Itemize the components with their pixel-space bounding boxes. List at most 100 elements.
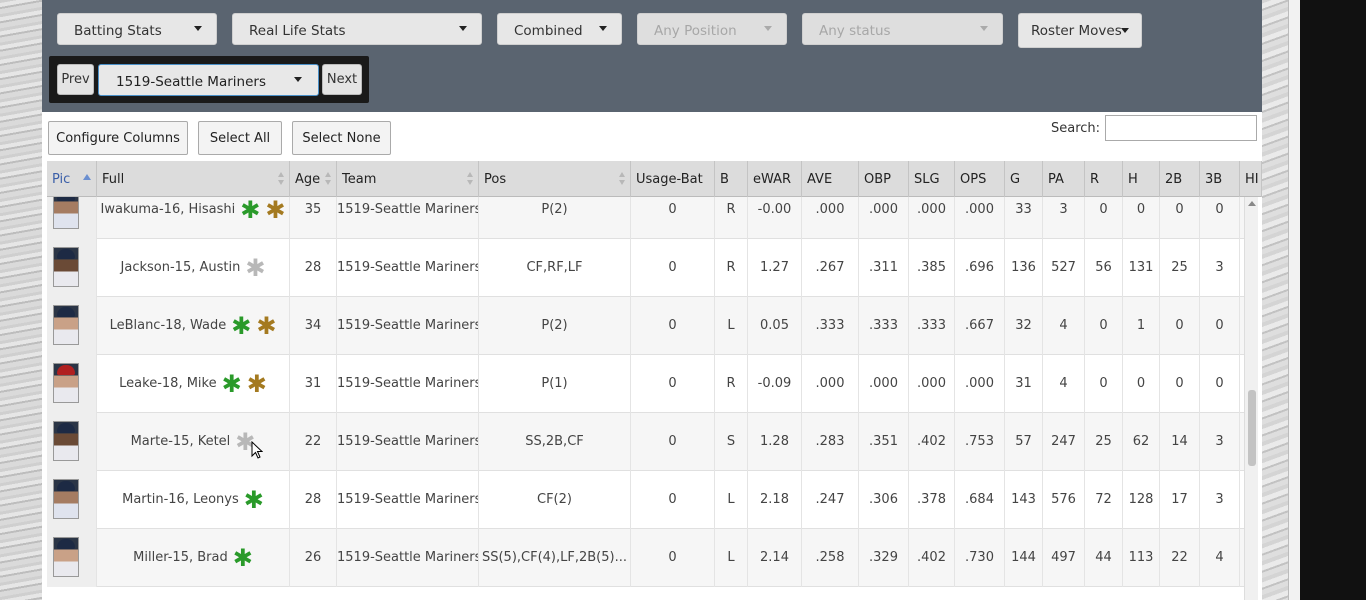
cap-icon: [57, 481, 75, 491]
cell-h: 131: [1123, 239, 1160, 297]
table-row[interactable]: Iwakuma-16, Hisashi ✱ ✱ 35 1519-Seattle Mari…: [47, 197, 1244, 239]
prev-team-button[interactable]: Prev: [57, 64, 94, 95]
cell-ewar: 0.05: [748, 297, 802, 355]
column-header-usage-bat[interactable]: Usage-Bat: [631, 161, 715, 197]
player-name[interactable]: Iwakuma-16, Hisashi: [101, 202, 236, 217]
player-photo-cell: [47, 239, 97, 297]
cell-slg: .000: [909, 355, 955, 413]
cell-obp: .333: [859, 297, 909, 355]
player-name-cell[interactable]: Martin-16, Leonys ✱: [97, 471, 290, 529]
cell-ewar: 2.14: [748, 529, 802, 587]
cell-usage: 0: [631, 297, 715, 355]
column-header-pic[interactable]: Pic: [47, 161, 97, 197]
grey-asterisk-icon: ✱: [245, 253, 266, 282]
search-label: Search:: [1051, 121, 1101, 136]
cell-pos: P(1): [479, 355, 631, 413]
cell-age: 35: [290, 197, 337, 239]
cell-g: 33: [1005, 197, 1043, 239]
player-name-cell[interactable]: Miller-15, Brad ✱: [97, 529, 290, 587]
cell-age: 28: [290, 471, 337, 529]
split-dropdown[interactable]: Combined: [497, 13, 622, 45]
cell-slg: .385: [909, 239, 955, 297]
filter-bar: Batting Stats Real Life Stats Combined A…: [42, 0, 1262, 112]
table-row[interactable]: Leake-18, Mike ✱ ✱ 31 1519-Seattle Mariners P…: [47, 355, 1244, 413]
player-name-cell[interactable]: Iwakuma-16, Hisashi ✱ ✱: [97, 197, 290, 239]
select-none-button[interactable]: Select None: [292, 121, 391, 155]
select-all-button[interactable]: Select All: [198, 121, 282, 155]
player-name[interactable]: Leake-18, Mike: [119, 376, 216, 391]
player-name[interactable]: LeBlanc-18, Wade: [110, 318, 227, 333]
column-header-hi[interactable]: HI: [1240, 161, 1262, 197]
team-select[interactable]: 1519-Seattle Mariners: [98, 64, 319, 96]
cell-ops: .753: [955, 413, 1005, 471]
cell-h: 62: [1123, 413, 1160, 471]
position-label: Any Position: [654, 23, 737, 39]
cell-t: 3: [1200, 471, 1240, 529]
cell-ave: .000: [802, 355, 859, 413]
cell-team: 1519-Seattle Mariners: [337, 355, 479, 413]
cell-ewar: -0.00: [748, 197, 802, 239]
column-header-r[interactable]: R: [1085, 161, 1123, 197]
table-row[interactable]: Miller-15, Brad ✱ 26 1519-Seattle Mariners S…: [47, 529, 1244, 587]
green-asterisk-icon: ✱: [240, 197, 261, 224]
roster-moves-dropdown[interactable]: Roster Moves: [1018, 13, 1142, 48]
cell-age: 26: [290, 529, 337, 587]
cell-team: 1519-Seattle Mariners: [337, 197, 479, 239]
table-scrollbar[interactable]: [1244, 197, 1258, 600]
column-header-g[interactable]: G: [1005, 161, 1043, 197]
column-header-ewar[interactable]: eWAR: [748, 161, 802, 197]
column-header-pos[interactable]: Pos: [479, 161, 631, 197]
column-header-pa[interactable]: PA: [1043, 161, 1085, 197]
cell-slg: .378: [909, 471, 955, 529]
table-row[interactable]: Marte-15, Ketel ✱ 22 1519-Seattle Mariners S…: [47, 413, 1244, 471]
scroll-up-icon[interactable]: [1248, 201, 1256, 206]
player-avatar: [53, 537, 79, 577]
player-name[interactable]: Jackson-15, Austin: [121, 260, 241, 275]
column-header-full[interactable]: Full: [97, 161, 290, 197]
table-row[interactable]: Martin-16, Leonys ✱ 28 1519-Seattle Mariner…: [47, 471, 1244, 529]
player-name[interactable]: Martin-16, Leonys: [122, 492, 239, 507]
table-row[interactable]: LeBlanc-18, Wade ✱ ✱ 34 1519-Seattle Mariner…: [47, 297, 1244, 355]
sort-icon: [278, 172, 285, 186]
cell-ave: .247: [802, 471, 859, 529]
column-header-age[interactable]: Age: [290, 161, 337, 197]
column-header-2b[interactable]: 2B: [1160, 161, 1200, 197]
cell-b: L: [715, 529, 748, 587]
status-dropdown[interactable]: Any status: [802, 13, 1003, 45]
column-header-ave[interactable]: AVE: [802, 161, 859, 197]
table-row[interactable]: Jackson-15, Austin ✱ 28 1519-Seattle Marine…: [47, 239, 1244, 297]
player-photo-cell: [47, 529, 97, 587]
cell-ops: .000: [955, 197, 1005, 239]
cell-slg: .333: [909, 297, 955, 355]
window-edge: [1288, 0, 1300, 600]
column-header-ops[interactable]: OPS: [955, 161, 1005, 197]
player-name-cell[interactable]: Leake-18, Mike ✱ ✱: [97, 355, 290, 413]
column-header-label: AVE: [807, 172, 833, 187]
cell-pos: P(2): [479, 297, 631, 355]
stat-source-dropdown[interactable]: Real Life Stats: [232, 13, 482, 45]
column-header-obp[interactable]: OBP: [859, 161, 909, 197]
cell-usage: 0: [631, 197, 715, 239]
scrollbar-thumb[interactable]: [1248, 390, 1256, 466]
cell-pa: 497: [1043, 529, 1085, 587]
sort-icon: [325, 172, 332, 186]
stat-type-dropdown[interactable]: Batting Stats: [57, 13, 217, 45]
column-header-3b[interactable]: 3B: [1200, 161, 1240, 197]
player-name[interactable]: Marte-15, Ketel: [131, 434, 231, 449]
select-none-label: Select None: [302, 131, 381, 146]
configure-columns-button[interactable]: Configure Columns: [48, 121, 188, 155]
column-header-label: H: [1128, 172, 1138, 187]
column-header-b[interactable]: B: [715, 161, 748, 197]
position-dropdown[interactable]: Any Position: [637, 13, 787, 45]
player-name-cell[interactable]: LeBlanc-18, Wade ✱ ✱: [97, 297, 290, 355]
player-name[interactable]: Miller-15, Brad: [133, 550, 228, 565]
search-input[interactable]: [1105, 115, 1257, 141]
column-header-slg[interactable]: SLG: [909, 161, 955, 197]
next-team-button[interactable]: Next: [322, 64, 362, 95]
cell-usage: 0: [631, 413, 715, 471]
column-header-h[interactable]: H: [1123, 161, 1160, 197]
player-name-cell[interactable]: Jackson-15, Austin ✱: [97, 239, 290, 297]
column-header-label: Full: [102, 172, 125, 187]
column-header-team[interactable]: Team: [337, 161, 479, 197]
cell-pa: 527: [1043, 239, 1085, 297]
